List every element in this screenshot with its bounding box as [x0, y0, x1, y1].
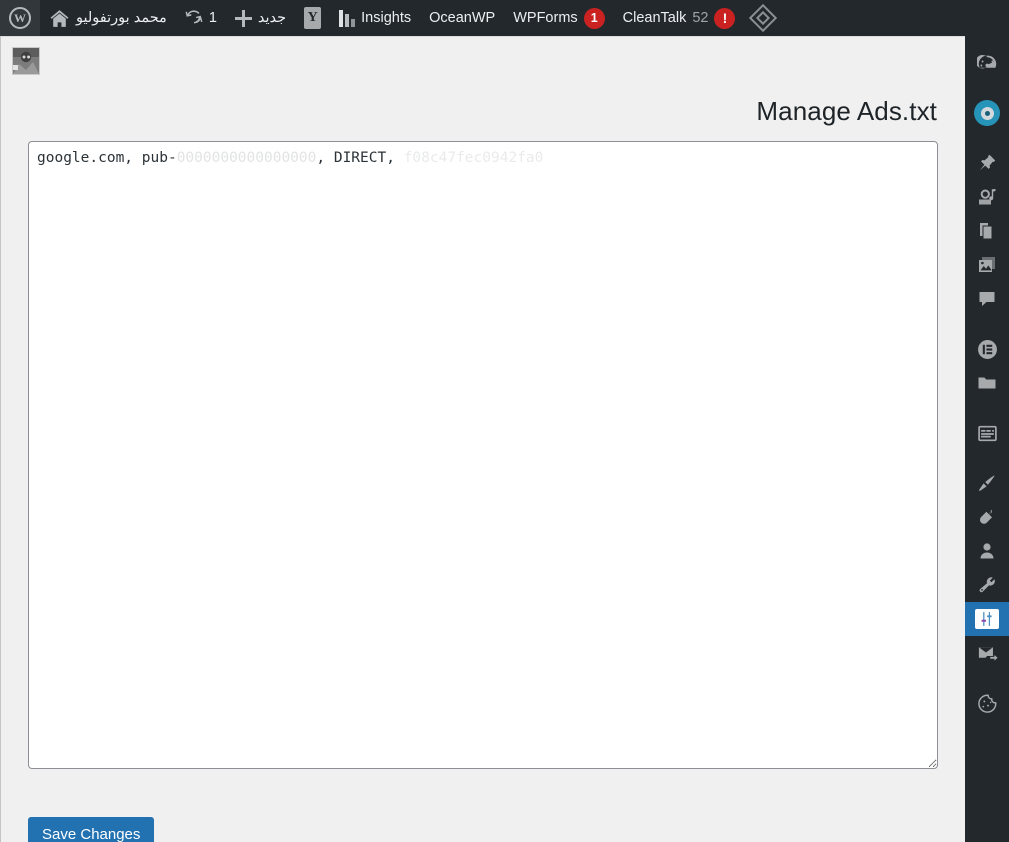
pages-copy-icon: [977, 221, 997, 241]
bar-chart-icon: [339, 9, 356, 27]
sidebar-separator-2: [965, 130, 1009, 146]
admin-bar-item-yoast[interactable]: [295, 0, 330, 36]
ads-txt-editor[interactable]: google.com, pub-0000000000000000, DIRECT…: [28, 141, 938, 769]
sidebar-item-jetpack[interactable]: [965, 96, 1009, 130]
sidebar-item-elementor[interactable]: [965, 332, 1009, 366]
count-badge-icon: 1: [583, 7, 605, 29]
sidebar-separator-4: [965, 400, 1009, 416]
sliders-icon: [975, 609, 999, 629]
admin-bar-label-insights: Insights: [361, 9, 412, 26]
sidebar-item-gallery[interactable]: [965, 248, 1009, 282]
sidebar-item-plugins[interactable]: [965, 500, 1009, 534]
admin-bar-label-oceanwp: OceanWP: [429, 9, 496, 26]
folder-icon: [977, 373, 997, 393]
wordpress-logo-icon: [9, 7, 31, 29]
admin-bar-label-wpforms: WPForms: [513, 9, 578, 26]
form-clipboard-icon: [977, 423, 998, 444]
sidebar-item-media[interactable]: [965, 180, 1009, 214]
sidebar-item-tools[interactable]: [965, 568, 1009, 602]
save-changes-button[interactable]: Save Changes: [28, 817, 155, 842]
admin-bar-item-wpforms[interactable]: 1 WPForms: [504, 0, 613, 36]
pin-icon: [977, 153, 997, 173]
admin-bar-item-cleantalk[interactable]: 52 CleanTalk: [614, 0, 745, 36]
dashboard-gauge-icon: [976, 53, 998, 74]
admin-bar-label-updates: 1: [208, 9, 217, 26]
admin-bar-item-site-name[interactable]: محمد بورتفوليو: [40, 0, 176, 36]
sidebar-item-appearance[interactable]: [965, 466, 1009, 500]
ads-txt-separator: , DIRECT,: [316, 150, 404, 166]
media-camera-icon: [977, 187, 997, 207]
sidebar-item-users[interactable]: [965, 534, 1009, 568]
sidebar-separator-6: [965, 670, 1009, 686]
diamond-icon: [749, 3, 778, 33]
admin-bar-label-cleantalk: CleanTalk: [622, 9, 687, 26]
admin-bar-item-diamond[interactable]: [744, 0, 782, 36]
envelope-arrow-icon: [977, 643, 998, 664]
jetpack-circle-icon: [974, 100, 1000, 126]
home-icon: [49, 8, 70, 29]
admin-bar-item-oceanwp[interactable]: OceanWP: [420, 0, 504, 36]
plug-icon: [977, 507, 997, 527]
admin-bar-item-new-content[interactable]: جديد: [226, 0, 295, 36]
user-icon: [977, 541, 997, 561]
ads-txt-certification-id: f08c47fec0942fa0: [403, 150, 544, 166]
elementor-icon: [977, 339, 998, 360]
paintbrush-icon: [977, 473, 997, 493]
sidebar-item-templates[interactable]: [965, 366, 1009, 400]
site-thumbnail[interactable]: [12, 47, 40, 75]
sidebar-item-comments[interactable]: [965, 282, 1009, 316]
alert-badge-icon: [714, 7, 736, 29]
sidebar-separator-3: [965, 316, 1009, 332]
submit-row: Save Changes: [28, 817, 938, 842]
admin-sidebar: [965, 36, 1009, 842]
comment-bubble-icon: [977, 289, 997, 309]
sidebar-item-settings[interactable]: [965, 602, 1009, 636]
admin-bar-item-insights[interactable]: Insights: [330, 0, 420, 36]
sidebar-separator-5: [965, 450, 1009, 466]
page-title: Manage Ads.txt: [756, 96, 937, 126]
sidebar-item-dashboard[interactable]: [965, 46, 1009, 80]
cookie-icon: [977, 693, 998, 714]
yoast-seo-icon: [304, 7, 322, 29]
sidebar-item-pages[interactable]: [965, 214, 1009, 248]
admin-bar: 52 CleanTalk 1 WPForms OceanWP Insights …: [0, 0, 1009, 36]
admin-bar-label-site-name: محمد بورتفوليو: [76, 9, 167, 26]
wrench-icon: [977, 575, 997, 595]
cleantalk-count: 52: [692, 9, 709, 26]
admin-bar-item-updates[interactable]: 1: [176, 0, 226, 36]
ads-txt-publisher-id: 0000000000000000: [176, 150, 317, 166]
sidebar-item-posts[interactable]: [965, 146, 1009, 180]
content-area: Manage Ads.txt google.com, pub-000000000…: [0, 36, 965, 842]
admin-bar-label-new: جديد: [257, 9, 287, 26]
admin-bar-spacer: [782, 0, 1009, 36]
thumbnail-image: [13, 48, 39, 74]
updates-icon: [185, 9, 203, 27]
sidebar-top-gap: [965, 36, 1009, 46]
sidebar-separator-1: [965, 80, 1009, 96]
sidebar-item-mail[interactable]: [965, 636, 1009, 670]
sidebar-item-cookies[interactable]: [965, 686, 1009, 720]
ads-txt-prefix: google.com, pub-: [37, 150, 177, 166]
images-stack-icon: [977, 255, 997, 275]
plus-icon: [234, 9, 252, 27]
admin-bar-item-wp-logo[interactable]: [0, 0, 40, 36]
sidebar-item-forms[interactable]: [965, 416, 1009, 450]
